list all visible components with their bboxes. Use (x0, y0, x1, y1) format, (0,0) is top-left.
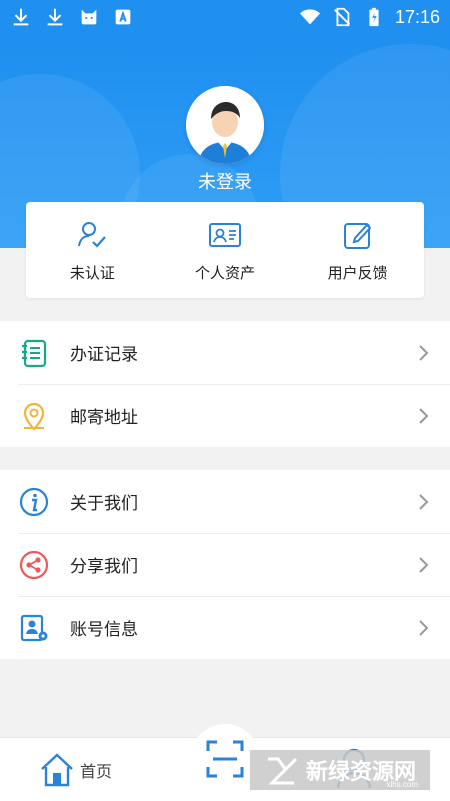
location-pin-icon (18, 400, 50, 432)
list-item-label: 账号信息 (70, 620, 138, 640)
home-icon (41, 752, 73, 786)
nav-home-label: 首页 (80, 761, 113, 781)
status-bar: 17:16 (0, 0, 450, 34)
chevron-right-icon (419, 556, 429, 573)
list-item-label: 关于我们 (70, 494, 138, 514)
list-item-label: 办证记录 (70, 345, 138, 365)
id-card-icon (209, 222, 241, 247)
scan-icon (206, 740, 244, 778)
list-item-about-us[interactable]: 关于我们 (0, 470, 450, 533)
notebook-icon (18, 337, 50, 369)
quick-action-assets[interactable]: 个人资产 (159, 202, 292, 298)
chevron-right-icon (419, 619, 429, 636)
info-icon (18, 486, 50, 518)
share-icon (18, 549, 50, 581)
quick-action-label: 用户反馈 (327, 263, 388, 282)
account-card-icon (18, 612, 50, 644)
battery-charging-icon (369, 7, 379, 27)
list-item-mailing-address[interactable]: 邮寄地址 (0, 384, 450, 447)
download-icon (13, 8, 29, 26)
no-sim-icon (333, 7, 350, 27)
chevron-right-icon (419, 407, 429, 424)
login-status[interactable]: 未登录 (0, 168, 450, 194)
list-item-label: 分享我们 (70, 557, 138, 577)
status-time: 17:16 (394, 6, 440, 27)
a-icon (115, 9, 131, 25)
chevron-right-icon (419, 344, 429, 361)
download-icon (47, 8, 63, 26)
watermark: 新绿资源网 xlhs.com (250, 750, 430, 790)
watermark-sub: xlhs.com (386, 780, 418, 789)
user-avatar-icon[interactable] (186, 86, 264, 164)
quick-action-label: 个人资产 (195, 263, 256, 282)
quick-actions-card: 未认证 个人资产 用户反馈 (26, 202, 424, 298)
user-check-icon (78, 221, 107, 248)
list-item-label: 邮寄地址 (70, 408, 138, 428)
list-group-info: 关于我们 分享我们 账号信息 (0, 470, 450, 659)
watermark-logo-icon (267, 757, 298, 785)
quick-action-feedback[interactable]: 用户反馈 (291, 202, 424, 298)
list-group-records: 办证记录 邮寄地址 (0, 321, 450, 447)
nav-home[interactable]: 首页 (38, 751, 112, 789)
list-item-account-info[interactable]: 账号信息 (0, 596, 450, 659)
cat-icon (81, 9, 97, 25)
quick-action-verify[interactable]: 未认证 (26, 202, 159, 298)
list-item-share-us[interactable]: 分享我们 (0, 533, 450, 596)
quick-action-label: 未认证 (69, 263, 115, 282)
edit-icon (343, 222, 372, 249)
list-item-cert-records[interactable]: 办证记录 (0, 321, 450, 384)
wifi-icon (299, 9, 321, 25)
chevron-right-icon (419, 493, 429, 510)
